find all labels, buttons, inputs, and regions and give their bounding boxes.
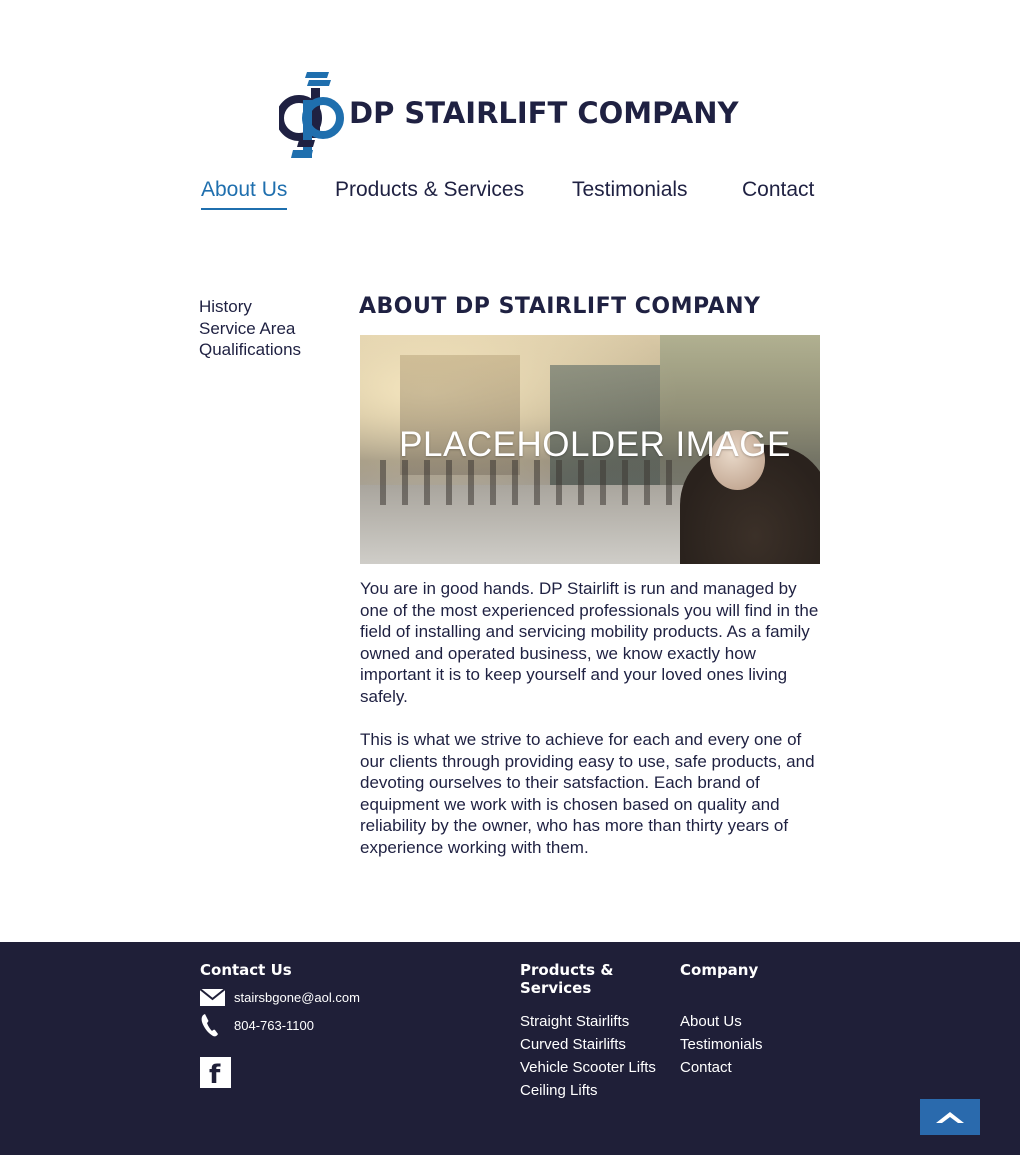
site-name: DP STAIRLIFT COMPANY	[349, 96, 739, 130]
about-paragraph: You are in good hands. DP Stairlift is r…	[360, 579, 819, 706]
footer-phone[interactable]: 804-763-1100	[200, 1013, 314, 1037]
nav-products-services[interactable]: Products & Services	[335, 178, 524, 208]
footer-link-vehicle-scooter-lifts[interactable]: Vehicle Scooter Lifts	[520, 1056, 670, 1079]
about-paragraph: This is what we strive to achieve for ea…	[360, 730, 815, 858]
nav-testimonials[interactable]: Testimonials	[572, 178, 688, 208]
facebook-icon[interactable]: f	[200, 1057, 231, 1088]
footer-link-testimonials[interactable]: Testimonials	[680, 1033, 830, 1056]
hero-crowd	[380, 460, 680, 505]
footer-link-curved-stairlifts[interactable]: Curved Stairlifts	[520, 1033, 670, 1056]
footer-products-heading: Products & Services	[520, 961, 614, 997]
hero-placeholder-label: PLACEHOLDER IMAGE	[399, 425, 791, 464]
envelope-icon	[200, 989, 225, 1006]
page-title: ABOUT DP STAIRLIFT COMPANY	[359, 294, 761, 319]
nav-contact[interactable]: Contact	[742, 178, 814, 208]
section-sidenav: History Service Area Qualifications	[199, 296, 301, 361]
sidenav-qualifications[interactable]: Qualifications	[199, 339, 301, 361]
footer-company-list: About Us Testimonials Contact	[680, 1010, 830, 1079]
phone-icon	[201, 1014, 218, 1037]
stairlift-logo-icon	[279, 72, 344, 158]
footer-email-text[interactable]: stairsbgone@aol.com	[234, 990, 360, 1005]
site-footer: Contact Us stairsbgone@aol.com 804-763-1…	[0, 942, 1020, 1155]
sidenav-history[interactable]: History	[199, 296, 301, 318]
footer-link-straight-stairlifts[interactable]: Straight Stairlifts	[520, 1010, 670, 1033]
chevron-up-icon	[936, 1112, 964, 1123]
main-nav: About Us Products & Services Testimonial…	[0, 178, 1020, 218]
footer-contact-heading: Contact Us	[200, 961, 292, 979]
hero-image: PLACEHOLDER IMAGE	[360, 335, 820, 564]
footer-company-heading: Company	[680, 961, 759, 979]
sidenav-service-area[interactable]: Service Area	[199, 318, 301, 340]
footer-products: Products & Services Straight Stairlifts …	[520, 961, 670, 1102]
footer-link-ceiling-lifts[interactable]: Ceiling Lifts	[520, 1079, 670, 1102]
about-body: You are in good hands. DP Stairlift is r…	[360, 578, 822, 880]
footer-link-contact[interactable]: Contact	[680, 1056, 830, 1079]
footer-phone-text[interactable]: 804-763-1100	[234, 1018, 314, 1033]
footer-products-list: Straight Stairlifts Curved Stairlifts Ve…	[520, 1010, 670, 1102]
footer-link-about-us[interactable]: About Us	[680, 1010, 830, 1033]
footer-contact: Contact Us stairsbgone@aol.com 804-763-1…	[200, 961, 500, 1111]
footer-email[interactable]: stairsbgone@aol.com	[200, 989, 360, 1006]
nav-about-us[interactable]: About Us	[201, 178, 288, 210]
site-logo[interactable]: DP STAIRLIFT COMPANY	[279, 70, 744, 160]
back-to-top-button[interactable]	[920, 1099, 980, 1135]
footer-company: Company About Us Testimonials Contact	[680, 961, 830, 1079]
